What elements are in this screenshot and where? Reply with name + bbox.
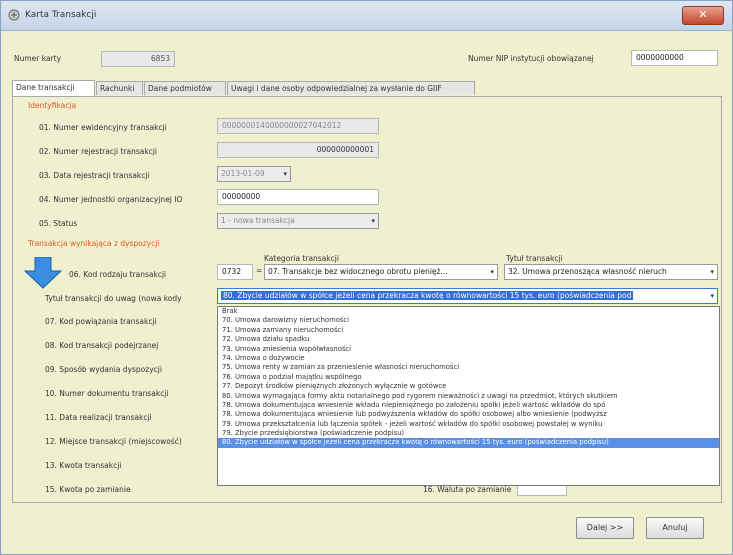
dropdown-option[interactable]: 79. Umowa przekształcenia lub łączenia s…	[218, 420, 719, 429]
category-value: 07. Transakcje bez widocznego obrotu pie…	[268, 267, 448, 276]
chevron-down-icon: ▾	[710, 268, 714, 276]
f16-label: 16. Waluta po zamianie	[423, 485, 512, 494]
category-select[interactable]: 07. Transakcje bez widocznego obrotu pie…	[264, 264, 498, 280]
reasons-dropdown-list: Brak 70. Umowa darowizny nieruchomości 71.…	[217, 306, 720, 486]
reasons-value: 80. Zbycie udziałów w spółce jeżeli cena…	[221, 291, 634, 300]
f05-status-select[interactable]: 1 - nowa transakcja ▾	[217, 213, 379, 229]
dropdown-option[interactable]: 73. Umowa zniesienia współwłasności	[218, 345, 719, 354]
chevron-down-icon: ▾	[283, 170, 287, 178]
next-button[interactable]: Dalej >>	[576, 517, 634, 539]
card-number-field: 6853	[101, 51, 175, 67]
dropdown-option[interactable]: Brak	[218, 307, 719, 316]
transaction-card-window: Karta Transakcji ✕ Numer karty 6853 Nume…	[0, 0, 733, 555]
title-bar: Karta Transakcji ✕	[1, 1, 732, 31]
f01-field: 0000000140000000027042012	[217, 118, 379, 134]
f10-label: 10. Numer dokumentu transakcji	[45, 389, 169, 398]
reasons-select[interactable]: 80. Zbycie udziałów w spółce jeżeli cena…	[217, 288, 718, 304]
dropdown-option[interactable]: 76. Umowa o podział majątku wspólnego	[218, 373, 719, 382]
section-transaction: Transakcja wynikająca z dyspozycji	[28, 239, 160, 248]
dropdown-option[interactable]: 70. Umowa darowizny nieruchomości	[218, 316, 719, 325]
chevron-down-icon: ▾	[371, 217, 375, 225]
app-icon	[8, 9, 20, 21]
section-identification: Identyfikacja	[28, 101, 77, 110]
tab-accounts[interactable]: Rachunki	[96, 81, 143, 95]
f04-input[interactable]: 00000000	[217, 189, 379, 205]
cancel-button[interactable]: Anuluj	[646, 517, 704, 539]
f13-label: 13. Kwota transakcji	[45, 461, 122, 470]
dropdown-option[interactable]: 80. Zbycie udziałów w spółce jeżeli cena…	[218, 438, 719, 448]
f15-label: 15. Kwota po zamianie	[45, 485, 131, 494]
nip-label: Numer NIP instytucji obowiązanej	[468, 54, 594, 63]
f01-label: 01. Numer ewidencyjny transakcji	[39, 123, 167, 132]
tab-transaction-data[interactable]: Dane transakcji	[12, 80, 95, 96]
equals-sign: =	[256, 266, 263, 275]
f02-label: 02. Numer rejestracji transakcji	[39, 147, 158, 156]
nip-input[interactable]: 0000000000	[631, 50, 718, 66]
tab-notes[interactable]: Uwagi i dane osoby odpowiedzialnej za wy…	[227, 81, 475, 95]
f08-label: 08. Kod transakcji podejrzanej	[45, 341, 159, 350]
category-label: Kategoria transakcji	[264, 254, 339, 263]
reasons-label: Tytuł transakcji do uwag (nowa kody	[45, 294, 182, 303]
f02-field: 000000000001	[217, 142, 379, 158]
f05-label: 05. Status	[39, 219, 78, 228]
f07-label: 07. Kod powiązania transakcji	[45, 317, 157, 326]
chevron-down-icon: ▾	[710, 292, 714, 300]
f03-date-picker[interactable]: 2013-01-09 ▾	[217, 166, 291, 182]
title-select[interactable]: 32. Umowa przenosząca własność nieruch ▾	[504, 264, 718, 280]
chevron-down-icon: ▾	[490, 268, 494, 276]
dropdown-option[interactable]: 71. Umowa zamiany nieruchomości	[218, 326, 719, 335]
f06-label: 06. Kod rodzaju transakcji	[69, 270, 167, 279]
window-title: Karta Transakcji	[25, 10, 97, 20]
dropdown-option[interactable]: 79. Zbycie przedsiębiorstwa (poświadczen…	[218, 429, 719, 438]
f04-label: 04. Numer jednostki organizacyjnej IO	[39, 195, 183, 204]
dropdown-option[interactable]: 80. Umowa wymagająca formy aktu notarial…	[218, 392, 719, 401]
title-label: Tytuł transakcji	[506, 254, 563, 263]
f09-label: 09. Sposób wydania dyspozycji	[45, 365, 162, 374]
f05-value: 1 - nowa transakcja	[221, 216, 295, 225]
dropdown-option[interactable]: 72. Umowa działu spadku	[218, 335, 719, 344]
f03-value: 2013-01-09	[221, 169, 265, 178]
f03-label: 03. Data rejestracji transakcji	[39, 171, 150, 180]
f11-label: 11. Data realizacji transakcji	[45, 413, 152, 422]
dropdown-option[interactable]: 74. Umowa o dożywocie	[218, 354, 719, 363]
dropdown-option[interactable]: 75. Umowa renty w zamian za przeniesieni…	[218, 363, 719, 372]
arrow-down-icon	[23, 257, 63, 289]
f12-label: 12. Miejsce transakcji (miejscowość)	[45, 437, 182, 446]
tab-entities[interactable]: Dane podmiotów	[144, 81, 226, 95]
card-number-label: Numer karty	[14, 54, 62, 63]
f06-code-input[interactable]: 0732	[217, 264, 253, 280]
dropdown-option[interactable]: 78. Umowa dokumentująca wniesienie wkład…	[218, 401, 719, 410]
dropdown-option[interactable]: 78. Umowa dokumentująca wniesienie lub p…	[218, 410, 719, 419]
dropdown-option[interactable]: 77. Depozyt środków pieniężnych złożonyc…	[218, 382, 719, 391]
title-value: 32. Umowa przenosząca własność nieruch	[508, 267, 667, 276]
close-button[interactable]: ✕	[682, 6, 724, 25]
